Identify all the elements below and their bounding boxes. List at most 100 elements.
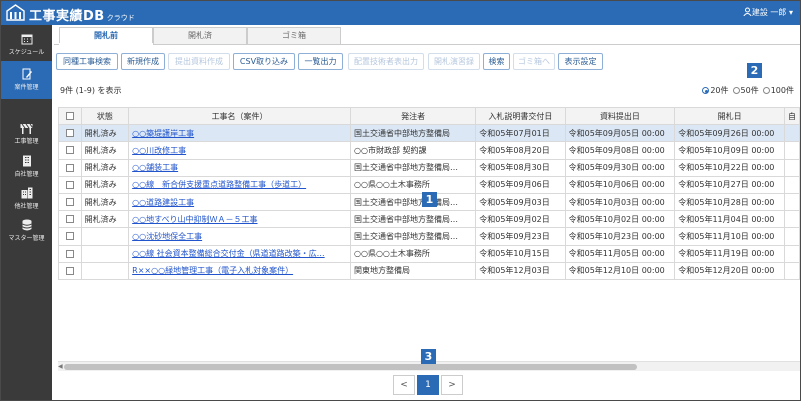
per-page-option-50[interactable]: 50件 xyxy=(732,85,759,96)
checkbox-icon xyxy=(65,266,74,275)
table-header-row: 状態 工事名（案件） 発注者 入札説明書交付日 資料提出日 開札日 自 xyxy=(58,106,800,126)
scroll-thumb[interactable] xyxy=(64,364,637,370)
cell-open-date: 令和05年10月22日 00:00 xyxy=(674,158,785,177)
table-row[interactable]: 開札済み ○○線 新合併支援重点道路整備工事（歩道工） ○○県○○土木事務所 令和05… xyxy=(58,175,800,194)
cell-name: ○○線 社会資本整備総合交付金（県道道路改築・広… xyxy=(128,244,351,263)
select-all-checkbox[interactable] xyxy=(58,106,82,126)
cell-submit-date: 令和05年10月06日 00:00 xyxy=(564,175,676,194)
cell-orderer: ○○県○○土木事務所 xyxy=(349,175,477,194)
cell-open-date: 令和05年09月26日 00:00 xyxy=(674,124,785,143)
checkbox-icon xyxy=(65,232,74,241)
cell-name: ○○築堤護岸工事 xyxy=(128,124,351,143)
project-link[interactable]: ○○線 新合併支援重点道路整備工事（歩道工） xyxy=(132,180,306,189)
tab-before-opening[interactable]: 開札前 xyxy=(59,27,153,44)
project-link[interactable]: ○○道路建設工事 xyxy=(132,198,194,207)
cell-status xyxy=(80,261,130,280)
opening-register-button[interactable]: 開札演習録 xyxy=(428,53,480,70)
move-to-trash-button[interactable]: ゴミ箱へ xyxy=(513,53,555,70)
checkbox-icon xyxy=(65,112,74,121)
new-button[interactable]: 新規作成 xyxy=(121,53,165,70)
cell-status xyxy=(80,227,130,246)
column-header-notice-date[interactable]: 入札説明書交付日 xyxy=(475,106,566,126)
per-page-selector: 20件 50件 100件 xyxy=(702,85,794,96)
database-icon xyxy=(21,219,32,231)
cell-submit-date: 令和05年09月08日 00:00 xyxy=(564,141,676,160)
row-checkbox[interactable] xyxy=(58,124,82,143)
page-1-button[interactable]: 1 xyxy=(417,375,439,395)
column-header-submit-date[interactable]: 資料提出日 xyxy=(564,106,676,126)
sidebar-item-projects[interactable]: 案件管理 xyxy=(1,61,52,99)
table-row[interactable]: ○○沈砂地保全工事 国土交通省中部地方整備局… 令和05年09月23日 令和05年10… xyxy=(58,227,800,246)
cell-notice-date: 令和05年12月03日 xyxy=(475,261,566,280)
column-header-more[interactable]: 自 xyxy=(783,106,800,126)
row-checkbox[interactable] xyxy=(58,210,82,229)
sidebar-item-master[interactable]: マスター管理 xyxy=(1,215,52,247)
display-settings-button[interactable]: 表示設定 xyxy=(558,53,603,70)
prev-page-button[interactable]: < xyxy=(393,375,415,395)
row-checkbox[interactable] xyxy=(58,261,82,280)
user-name: 建設 一郎 xyxy=(751,8,787,17)
sidebar-item-label: 他社管理 xyxy=(14,203,39,210)
list-export-button[interactable]: 一覧出力 xyxy=(298,53,343,70)
cell-submit-date: 令和05年09月05日 00:00 xyxy=(564,124,676,143)
table-row[interactable]: 開札済み ○○舗装工事 国土交通省中部地方整備局… 令和05年08月30日 令和05年0… xyxy=(58,158,800,177)
table-row[interactable]: 開札済み ○○築堤護岸工事 国土交通省中部地方整備局 令和05年07月01日 令和05年… xyxy=(58,124,800,143)
cell-notice-date: 令和05年09月02日 xyxy=(475,210,566,229)
row-checkbox[interactable] xyxy=(58,244,82,263)
next-page-button[interactable]: > xyxy=(441,375,463,395)
cell-name: ○○川改修工事 xyxy=(128,141,351,160)
cell-orderer: 国土交通省中部地方整備局… xyxy=(349,210,477,229)
sidebar-item-construction[interactable]: 工事管理 xyxy=(1,119,52,151)
per-page-option-20[interactable]: 20件 xyxy=(702,85,729,96)
csv-import-button[interactable]: CSV取り込み xyxy=(233,53,295,70)
row-checkbox[interactable] xyxy=(58,141,82,160)
sidebar-item-label: 自社管理 xyxy=(14,171,39,178)
cell-name: ○○沈砂地保全工事 xyxy=(128,227,351,246)
sidebar-item-schedule[interactable]: スケジュール xyxy=(1,29,52,61)
logo-icon xyxy=(6,4,25,21)
cell-submit-date: 令和05年12月10日 00:00 xyxy=(564,261,676,280)
chevron-down-icon: ▾ xyxy=(786,8,793,17)
user-menu[interactable]: 建設 一郎 ▾ xyxy=(743,7,793,18)
table-row[interactable]: R××○○緑地管理工事（電子入札対象案件） 関東地方整備局 令和05年12月03日令… xyxy=(58,261,800,280)
sidebar-item-own-company[interactable]: 自社管理 xyxy=(1,151,52,183)
app-subtitle: クラウド xyxy=(106,14,135,22)
project-link[interactable]: ○○舗装工事 xyxy=(132,163,178,172)
cell-open-date: 令和05年10月28日 00:00 xyxy=(674,192,785,212)
table-row[interactable]: 開札済み ○○地すべり山中抑制ＷＡ－５工事 国土交通省中部地方整備局… 令和05年09… xyxy=(58,210,800,229)
table-row[interactable]: ○○線 社会資本整備総合交付金（県道道路改築・広… ○○県○○土木事務所 令和05年… xyxy=(58,244,800,263)
row-checkbox[interactable] xyxy=(58,175,82,194)
cell-submit-date: 令和05年10月03日 00:00 xyxy=(564,192,676,212)
app-title: 工事実績DB クラウド xyxy=(29,9,135,24)
table-row[interactable]: 開札済み ○○川改修工事 ○○市財政部 契約課 令和05年08月20日 令和05年09月… xyxy=(58,141,800,160)
tab-opened[interactable]: 開札済 xyxy=(153,27,247,44)
project-link[interactable]: ○○築堤護岸工事 xyxy=(132,129,194,138)
cell-more xyxy=(783,124,800,143)
cell-status: 開札済み xyxy=(80,124,130,143)
engineer-table-export-button[interactable]: 配置技術者表出力 xyxy=(348,53,424,70)
column-header-open-date[interactable]: 開札日 xyxy=(674,106,785,126)
column-header-orderer[interactable]: 発注者 xyxy=(349,106,477,126)
project-link[interactable]: ○○地すべり山中抑制ＷＡ－５工事 xyxy=(132,215,257,224)
per-page-option-100[interactable]: 100件 xyxy=(762,85,794,96)
cell-more xyxy=(783,175,800,194)
row-checkbox[interactable] xyxy=(58,192,82,212)
scroll-left-icon[interactable]: ◀ xyxy=(58,363,63,370)
project-link[interactable]: R××○○緑地管理工事（電子入札対象案件） xyxy=(132,266,293,275)
project-link[interactable]: ○○川改修工事 xyxy=(132,146,186,155)
sidebar-item-other-company[interactable]: 他社管理 xyxy=(1,183,52,215)
tab-trash[interactable]: ゴミ箱 xyxy=(247,27,341,44)
row-checkbox[interactable] xyxy=(58,158,82,177)
checkbox-icon xyxy=(65,163,74,172)
cell-status: 開札済み xyxy=(80,141,130,160)
column-header-status[interactable]: 状態 xyxy=(80,106,130,126)
cell-status: 開札済み xyxy=(80,175,130,194)
similar-work-search-button[interactable]: 同種工事検索 xyxy=(56,53,118,70)
project-link[interactable]: ○○沈砂地保全工事 xyxy=(132,232,202,241)
project-link[interactable]: ○○線 社会資本整備総合交付金（県道道路改築・広… xyxy=(132,249,325,258)
row-checkbox[interactable] xyxy=(58,227,82,246)
search-button[interactable]: 検索 xyxy=(483,53,510,70)
create-submission-button[interactable]: 提出資料作成 xyxy=(168,53,230,70)
sidebar-item-label: 案件管理 xyxy=(14,84,39,91)
column-header-name[interactable]: 工事名（案件） xyxy=(128,106,351,126)
